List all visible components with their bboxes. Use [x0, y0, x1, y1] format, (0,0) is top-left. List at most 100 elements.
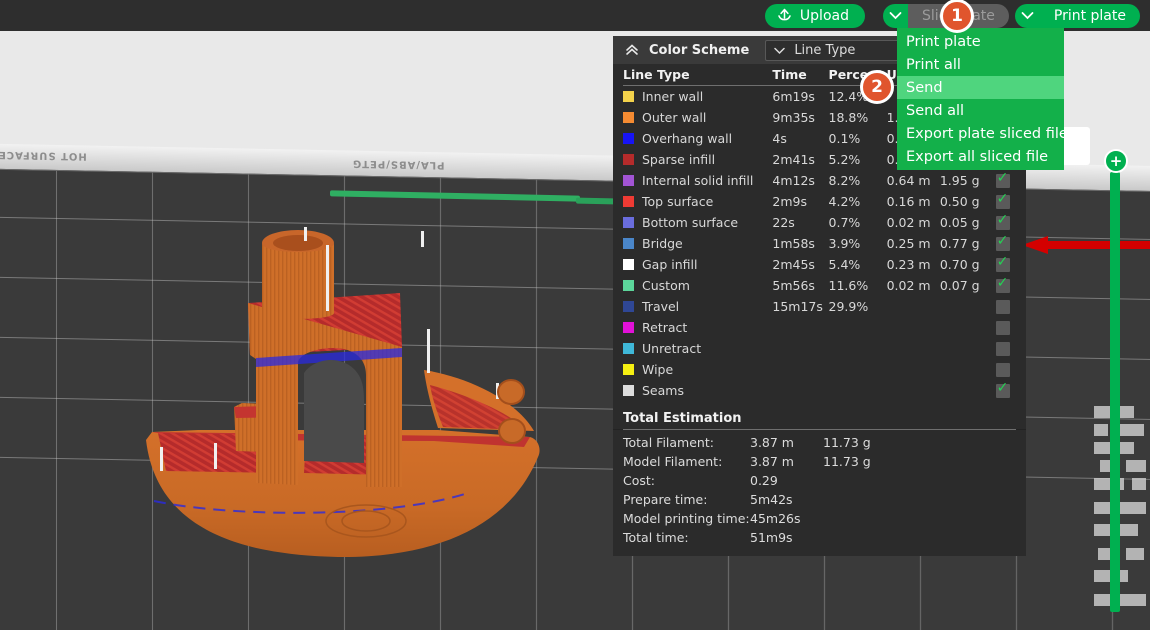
line-type-label: Wipe: [642, 362, 674, 377]
percent-cell: 5.2%: [828, 152, 861, 167]
percent-cell: 0.1%: [828, 131, 861, 146]
length-cell: 0.02 m: [886, 278, 931, 293]
menu-item-send-all[interactable]: Send all: [897, 99, 1064, 122]
table-row[interactable]: Top surface 2m9s 4.2% 0.16 m 0.50 g: [623, 191, 1016, 212]
layer-slider-track[interactable]: [1110, 172, 1120, 612]
visibility-checkbox[interactable]: [995, 320, 1010, 335]
table-row[interactable]: Bottom surface 22s 0.7% 0.02 m 0.05 g: [623, 212, 1016, 233]
visibility-checkbox-cell[interactable]: [989, 299, 1016, 314]
weight-cell: 0.50 g: [939, 194, 980, 209]
visibility-checkbox-cell[interactable]: [989, 275, 1016, 293]
total-value-primary: 51m9s: [750, 530, 793, 545]
line-type-label: Bridge: [642, 236, 683, 251]
print-dropdown-menu[interactable]: Print plate Print all Send Send all Export p…: [897, 28, 1068, 170]
weight-cell: 0.07 g: [939, 278, 980, 293]
visibility-checkbox-cell[interactable]: [989, 254, 1016, 272]
length-cell: 0.16 m: [886, 194, 931, 209]
color-swatch: [623, 343, 634, 354]
table-row[interactable]: Unretract: [623, 338, 1016, 359]
time-cell: 2m45s: [772, 257, 815, 272]
print-plate-button[interactable]: Print plate: [1039, 3, 1140, 28]
chevron-down-icon: [1021, 12, 1034, 20]
percent-cell: 4.2%: [828, 194, 861, 209]
line-type-label: Internal solid infill: [642, 173, 754, 188]
color-swatch: [623, 91, 634, 102]
visibility-checkbox[interactable]: [995, 170, 1010, 188]
color-swatch: [623, 238, 634, 249]
color-swatch: [623, 217, 634, 228]
time-cell: 1m58s: [772, 236, 815, 251]
line-type-cell: Bottom surface: [623, 215, 772, 230]
menu-item-export-plate-sliced-file[interactable]: Export plate sliced file: [897, 122, 1068, 145]
time-cell: 15m17s: [772, 299, 823, 314]
step-badge-1: 1: [940, 0, 974, 33]
menu-item-print-all[interactable]: Print all: [897, 53, 1064, 76]
visibility-checkbox-cell[interactable]: [989, 320, 1016, 335]
color-swatch: [623, 175, 634, 186]
total-label: Total time:: [623, 530, 689, 545]
visibility-checkbox[interactable]: [995, 341, 1010, 356]
visibility-checkbox[interactable]: [995, 362, 1010, 377]
percent-cell: 8.2%: [828, 173, 861, 188]
total-estimation-title: Total Estimation: [613, 403, 1026, 429]
visibility-checkbox-cell[interactable]: [989, 362, 1016, 377]
layer-slider[interactable]: +: [1104, 149, 1128, 620]
visibility-checkbox-cell[interactable]: [989, 380, 1016, 398]
table-row[interactable]: Custom 5m56s 11.6% 0.02 m 0.07 g: [623, 275, 1016, 296]
table-row[interactable]: Seams: [623, 380, 1016, 401]
total-row: Model printing time: 45m26s: [623, 509, 1016, 528]
menu-item-print-plate[interactable]: Print plate: [897, 30, 1064, 53]
upload-button[interactable]: Upload: [764, 3, 865, 28]
top-toolbar: Upload Slice plate Print plate: [0, 0, 1150, 31]
total-row: Total Filament: 3.87 m 11.73 g: [623, 433, 1016, 452]
table-row[interactable]: Retract: [623, 317, 1016, 338]
visibility-checkbox[interactable]: [995, 299, 1010, 314]
color-swatch: [623, 112, 634, 123]
col-header-line-type: Line Type: [623, 67, 690, 82]
menu-item-export-all-sliced-file[interactable]: Export all sliced file: [897, 145, 1064, 168]
length-cell: 0.23 m: [886, 257, 931, 272]
plus-icon[interactable]: +: [1104, 149, 1128, 173]
table-row[interactable]: Travel 15m17s 29.9%: [623, 296, 1016, 317]
menu-item-send[interactable]: Send: [897, 76, 1064, 99]
chevron-up-icon[interactable]: [625, 43, 639, 57]
print-dropdown-button[interactable]: [1014, 3, 1040, 28]
visibility-checkbox[interactable]: [995, 212, 1010, 230]
visibility-checkbox-cell[interactable]: [989, 170, 1016, 188]
total-value-primary: 45m26s: [750, 511, 801, 526]
length-cell: 0.25 m: [886, 236, 931, 251]
upload-button-label: Upload: [799, 7, 849, 24]
line-type-cell: Top surface: [623, 194, 772, 209]
total-value-secondary: 11.73 g: [823, 435, 871, 450]
line-type-label: Seams: [642, 383, 684, 398]
time-cell: 6m19s: [772, 89, 815, 104]
table-row[interactable]: Bridge 1m58s 3.9% 0.25 m 0.77 g: [623, 233, 1016, 254]
chevron-down-icon: [774, 47, 786, 54]
percent-cell: 0.7%: [828, 215, 861, 230]
line-type-label: Outer wall: [642, 110, 707, 125]
line-type-cell: Custom: [623, 278, 772, 293]
percent-cell: 3.9%: [828, 236, 861, 251]
visibility-checkbox[interactable]: [995, 191, 1010, 209]
total-row: Prepare time: 5m42s: [623, 490, 1016, 509]
table-row[interactable]: Gap infill 2m45s 5.4% 0.23 m 0.70 g: [623, 254, 1016, 275]
visibility-checkbox-cell[interactable]: [989, 233, 1016, 251]
visibility-checkbox-cell[interactable]: [989, 212, 1016, 230]
visibility-checkbox-cell[interactable]: [989, 191, 1016, 209]
total-label: Total Filament:: [623, 435, 714, 450]
visibility-checkbox[interactable]: [995, 233, 1010, 251]
line-type-label: Unretract: [642, 341, 702, 356]
line-type-label: Inner wall: [642, 89, 704, 104]
visibility-checkbox[interactable]: [995, 275, 1010, 293]
benchy-model[interactable]: [138, 225, 568, 560]
table-row[interactable]: Internal solid infill 4m12s 8.2% 0.64 m 1.95…: [623, 170, 1016, 191]
visibility-checkbox[interactable]: [995, 380, 1010, 398]
visibility-checkbox-cell[interactable]: [989, 341, 1016, 356]
line-type-label: Sparse infill: [642, 152, 716, 167]
length-cell: 0.02 m: [886, 215, 931, 230]
table-row[interactable]: Wipe: [623, 359, 1016, 380]
line-type-cell: Retract: [623, 320, 772, 335]
slice-dropdown-button[interactable]: [882, 3, 908, 28]
visibility-checkbox[interactable]: [995, 254, 1010, 272]
chevron-down-icon: [889, 12, 902, 20]
